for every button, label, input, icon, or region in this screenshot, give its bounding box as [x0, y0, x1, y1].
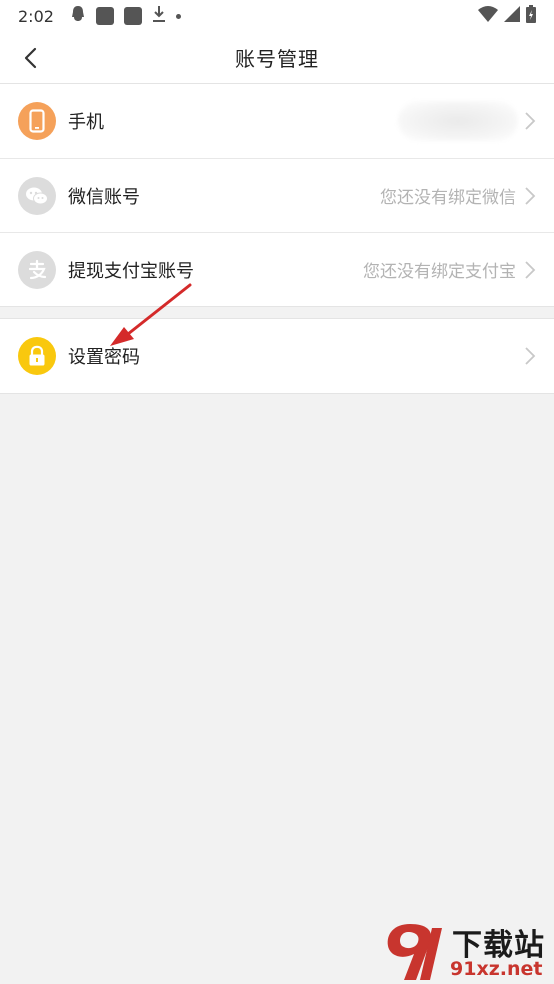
account-binding-list: 手机 微信账号 您还没有绑定微信 提现支付宝账号 您还没有绑定支付宝: [0, 84, 554, 307]
chevron-right-icon: [525, 186, 536, 205]
wifi-icon: [478, 6, 498, 26]
phone-row[interactable]: 手机: [0, 84, 554, 158]
qq-notification-icon: [70, 5, 86, 27]
chevron-right-icon: [525, 347, 536, 365]
wechat-icon: [18, 176, 56, 215]
more-notifications-icon: [175, 13, 181, 19]
phone-icon: [18, 102, 56, 140]
header-bar: 账号管理: [0, 32, 554, 84]
watermark-site: 91xz.net: [450, 958, 543, 980]
signal-icon: [504, 6, 520, 26]
row-label: 微信账号: [68, 186, 140, 208]
row-label: 提现支付宝账号: [68, 260, 194, 282]
download-icon: [152, 5, 166, 27]
wechat-row[interactable]: 微信账号 您还没有绑定微信: [0, 158, 554, 232]
status-time: 2:02: [18, 6, 54, 26]
app-notification-icon: [95, 7, 114, 25]
lock-icon: [18, 337, 56, 375]
alipay-row[interactable]: 提现支付宝账号 您还没有绑定支付宝: [0, 232, 554, 306]
row-label: 手机: [68, 112, 104, 133]
chevron-left-icon: [24, 47, 37, 69]
status-bar: 2:02: [0, 0, 554, 32]
alipay-icon: [18, 250, 56, 289]
battery-icon: [526, 5, 536, 27]
page-title: 账号管理: [235, 47, 319, 71]
site-watermark: 下载站 91xz.net: [380, 918, 554, 984]
alipay-bind-status: 您还没有绑定支付宝: [363, 262, 516, 282]
row-label: 设置密码: [68, 347, 140, 368]
phone-number-blurred: [398, 101, 518, 141]
wechat-bind-status: 您还没有绑定微信: [380, 188, 516, 208]
back-button[interactable]: [10, 38, 50, 78]
watermark-logo-icon: [387, 924, 442, 980]
app-notification-icon: [123, 7, 142, 25]
security-list: 设置密码: [0, 318, 554, 394]
set-password-row[interactable]: 设置密码: [0, 319, 554, 393]
chevron-right-icon: [525, 112, 536, 130]
chevron-right-icon: [525, 260, 536, 279]
account-management-screen: 2:02 账号管理 手机 微信账号 您还没有绑定微信 提现支付宝账号 您还没有绑…: [0, 0, 554, 984]
